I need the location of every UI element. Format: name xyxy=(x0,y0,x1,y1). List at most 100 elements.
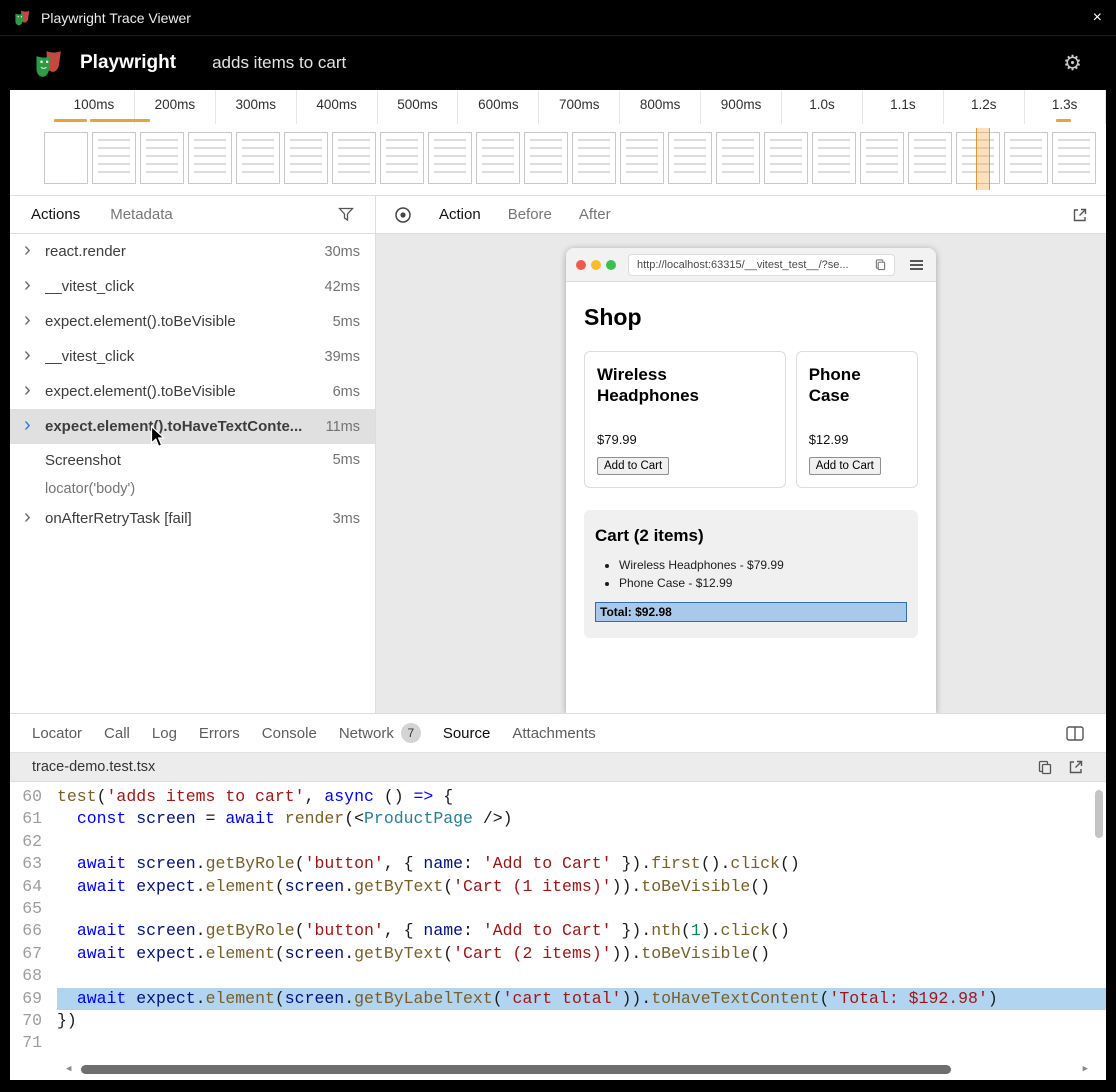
main-split: Actions Metadata › react.render 30ms › _… xyxy=(10,196,1106,714)
timeline-thumbnail[interactable] xyxy=(716,132,760,184)
action-label: __vitest_click xyxy=(45,348,317,365)
timeline-thumbnail[interactable] xyxy=(140,132,184,184)
tab-log[interactable]: Log xyxy=(141,714,188,752)
chevron-right-icon[interactable]: › xyxy=(24,240,45,263)
scroll-right-icon[interactable]: ▶ xyxy=(1083,1065,1088,1074)
settings-gear-icon[interactable]: ⚙ xyxy=(1063,53,1082,74)
details-tabbar: Locator Call Log Errors Console Network … xyxy=(10,714,1106,752)
timeline-thumbnail[interactable] xyxy=(284,132,328,184)
timeline-label: 1.0s xyxy=(782,90,863,124)
timeline-thumbnail[interactable] xyxy=(668,132,712,184)
filter-icon[interactable] xyxy=(338,207,354,222)
action-item-react-render[interactable]: › react.render 30ms xyxy=(10,234,375,269)
timeline-thumbnail[interactable] xyxy=(44,132,88,184)
timeline-thumbnail[interactable] xyxy=(92,132,136,184)
timeline-ruler[interactable]: 100ms200ms300ms400ms500ms600ms700ms800ms… xyxy=(10,90,1106,196)
chevron-right-icon[interactable]: › xyxy=(24,275,45,298)
tab-network[interactable]: Network 7 xyxy=(328,714,432,752)
code-line: 67 await expect.element(screen.getByText… xyxy=(10,943,1106,965)
snapshot-browser-window: http://localhost:63315/__vitest_test__/?… xyxy=(566,248,936,713)
timeline-thumbnail[interactable] xyxy=(764,132,808,184)
code-line: 70}) xyxy=(10,1010,1106,1032)
tab-attachments[interactable]: Attachments xyxy=(501,714,606,752)
window-titlebar: Playwright Trace Viewer × xyxy=(0,0,1116,36)
open-snapshot-external-icon[interactable] xyxy=(1072,207,1088,223)
pick-locator-icon[interactable] xyxy=(394,206,412,224)
code-text: test('adds items to cart', async () => { xyxy=(57,786,1106,808)
action-item-screenshot[interactable]: Screenshot 5ms xyxy=(10,444,375,476)
chevron-right-icon[interactable]: › xyxy=(24,345,45,368)
tab-before[interactable]: Before xyxy=(508,206,552,223)
timeline-thumbnail[interactable] xyxy=(1052,132,1096,184)
action-item-expect-tobevisible[interactable]: › expect.element().toBeVisible 6ms xyxy=(10,374,375,409)
timeline-labels: 100ms200ms300ms400ms500ms600ms700ms800ms… xyxy=(10,90,1106,124)
timeline-thumbnail[interactable] xyxy=(812,132,856,184)
copy-icon[interactable] xyxy=(1038,760,1052,775)
copy-url-icon xyxy=(875,259,886,271)
horizontal-scrollbar[interactable]: ◀ ▶ xyxy=(66,1063,1088,1075)
cart-item: Phone Case - $12.99 xyxy=(619,576,907,590)
timeline-label: 1.2s xyxy=(944,90,1025,124)
timeline-thumbnail[interactable] xyxy=(236,132,280,184)
action-label: expect.element().toBeVisible xyxy=(45,383,325,400)
scrollbar-track[interactable] xyxy=(77,1065,1076,1074)
scroll-left-icon[interactable]: ◀ xyxy=(66,1065,71,1074)
code-text: await expect.element(screen.getByText('C… xyxy=(57,943,1106,965)
timeline-thumbnail[interactable] xyxy=(1004,132,1048,184)
action-duration: 42ms xyxy=(325,279,360,295)
snapshot-tabbar: Action Before After xyxy=(376,196,1106,234)
action-duration: 30ms xyxy=(325,244,360,260)
timeline-thumbnail[interactable] xyxy=(380,132,424,184)
code-line: 62 xyxy=(10,831,1106,853)
chevron-right-icon[interactable]: › xyxy=(24,415,45,438)
tab-label: Network xyxy=(339,725,394,742)
add-to-cart-button[interactable]: Add to Cart xyxy=(809,457,881,475)
toggle-split-view-icon[interactable] xyxy=(1066,726,1084,741)
tab-actions[interactable]: Actions xyxy=(31,206,80,223)
timeline-thumbnail[interactable] xyxy=(524,132,568,184)
code-text xyxy=(57,831,1106,853)
timeline-thumbnail[interactable] xyxy=(908,132,952,184)
timeline-thumbnail[interactable] xyxy=(572,132,616,184)
tab-locator[interactable]: Locator xyxy=(32,714,93,752)
chevron-right-icon[interactable]: › xyxy=(24,380,45,403)
product-card-phone-case: Phone Case $12.99 Add to Cart xyxy=(796,351,918,488)
vertical-scrollbar[interactable] xyxy=(1095,790,1103,838)
tab-after[interactable]: After xyxy=(579,206,611,223)
action-list: › react.render 30ms › __vitest_click 42m… xyxy=(10,234,375,713)
action-item-vitest-click[interactable]: › __vitest_click 39ms xyxy=(10,339,375,374)
add-to-cart-button[interactable]: Add to Cart xyxy=(597,457,669,475)
code-text xyxy=(57,1032,1106,1054)
tab-console[interactable]: Console xyxy=(251,714,328,752)
timeline-thumbnail[interactable] xyxy=(428,132,472,184)
tab-errors[interactable]: Errors xyxy=(188,714,251,752)
snapshot-area: http://localhost:63315/__vitest_test__/?… xyxy=(376,234,1106,713)
code-line: 60test('adds items to cart', async () =>… xyxy=(10,786,1106,808)
chevron-right-icon[interactable]: › xyxy=(24,507,45,530)
tab-source[interactable]: Source xyxy=(432,714,502,752)
scrollbar-thumb[interactable] xyxy=(81,1065,950,1074)
timeline-thumbnail[interactable] xyxy=(188,132,232,184)
timeline-thumbnail[interactable] xyxy=(476,132,520,184)
action-duration: 11ms xyxy=(326,419,360,435)
timeline-thumbnail[interactable] xyxy=(860,132,904,184)
action-item-vitest-click[interactable]: › __vitest_click 42ms xyxy=(10,269,375,304)
open-external-icon[interactable] xyxy=(1068,759,1084,775)
action-item-expect-tohavetextcontent-selected[interactable]: › expect.element().toHaveTextConte... 11… xyxy=(10,409,375,444)
chevron-right-icon[interactable]: › xyxy=(24,310,45,333)
tab-call[interactable]: Call xyxy=(93,714,141,752)
tab-metadata[interactable]: Metadata xyxy=(110,206,173,223)
timeline-thumbnail[interactable] xyxy=(620,132,664,184)
app-name: Playwright xyxy=(80,52,176,74)
tab-action[interactable]: Action xyxy=(439,206,481,223)
cart-title: Cart (2 items) xyxy=(595,526,907,546)
action-label: Screenshot xyxy=(45,452,325,469)
action-item-expect-tobevisible[interactable]: › expect.element().toBeVisible 5ms xyxy=(10,304,375,339)
tab-label: Call xyxy=(104,725,130,742)
snapshot-panel: Action Before After http:// xyxy=(376,196,1106,713)
action-item-onafterretrytask[interactable]: › onAfterRetryTask [fail] 3ms xyxy=(10,501,375,536)
timeline-thumbnail[interactable] xyxy=(332,132,376,184)
code-text xyxy=(57,965,1106,987)
window-close-button[interactable]: × xyxy=(1093,9,1102,27)
source-code-view: 60test('adds items to cart', async () =>… xyxy=(10,782,1106,1080)
